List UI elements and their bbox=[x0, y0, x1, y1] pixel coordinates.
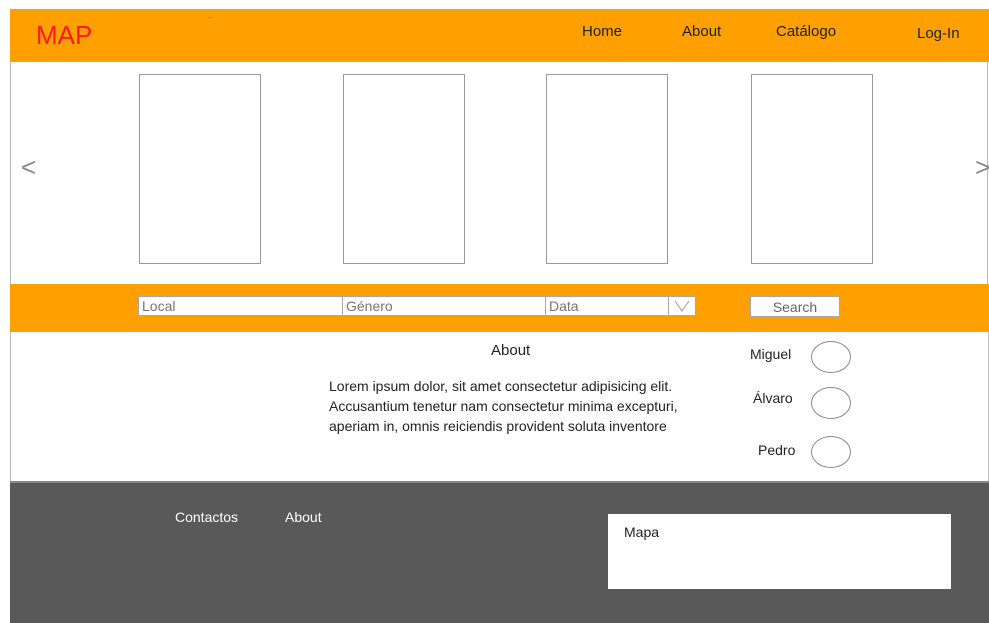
carousel-card[interactable] bbox=[343, 74, 465, 264]
search-bar: Search bbox=[10, 284, 989, 332]
member-name: Álvaro bbox=[753, 390, 793, 406]
nav-home-link[interactable]: Home bbox=[582, 23, 622, 40]
decorative-mark bbox=[208, 17, 212, 18]
genero-field-wrapper bbox=[342, 296, 546, 316]
chevron-down-icon bbox=[674, 300, 690, 312]
chevron-left-icon[interactable]: < bbox=[21, 152, 36, 183]
map-label: Mapa bbox=[624, 524, 660, 540]
member-name: Miguel bbox=[750, 346, 792, 362]
map-box[interactable]: Mapa bbox=[608, 514, 951, 589]
carousel: < > bbox=[10, 62, 989, 284]
nav-login-link[interactable]: Log-In bbox=[917, 25, 960, 42]
member-name: Pedro bbox=[758, 442, 796, 458]
footer-contactos-link[interactable]: Contactos bbox=[175, 509, 238, 525]
genero-input[interactable] bbox=[346, 297, 545, 316]
local-field-wrapper bbox=[138, 296, 343, 316]
local-input[interactable] bbox=[142, 297, 342, 316]
avatar bbox=[811, 436, 851, 468]
data-input[interactable] bbox=[549, 297, 668, 316]
carousel-card[interactable] bbox=[546, 74, 668, 264]
page-frame: MAP Home About Catálogo Log-In < > Searc… bbox=[10, 9, 989, 623]
about-text: Lorem ipsum dolor, sit amet consectetur … bbox=[329, 378, 678, 434]
avatar bbox=[811, 387, 851, 419]
carousel-card[interactable] bbox=[139, 74, 261, 264]
nav-about-link[interactable]: About bbox=[682, 23, 721, 40]
about-title: About bbox=[491, 342, 531, 359]
chevron-right-icon[interactable]: > bbox=[975, 152, 989, 183]
data-dropdown-button[interactable] bbox=[668, 296, 696, 316]
about-section: About Lorem ipsum dolor, sit amet consec… bbox=[10, 332, 989, 481]
avatar bbox=[811, 341, 851, 373]
navbar: MAP Home About Catálogo Log-In bbox=[10, 9, 989, 62]
data-field-wrapper bbox=[545, 296, 669, 316]
carousel-card[interactable] bbox=[751, 74, 873, 264]
nav-catalogo-link[interactable]: Catálogo bbox=[776, 23, 836, 40]
footer-about-link[interactable]: About bbox=[285, 509, 322, 525]
search-button[interactable]: Search bbox=[750, 296, 840, 317]
footer: Contactos About Mapa bbox=[10, 481, 989, 623]
brand-logo[interactable]: MAP bbox=[36, 20, 92, 51]
